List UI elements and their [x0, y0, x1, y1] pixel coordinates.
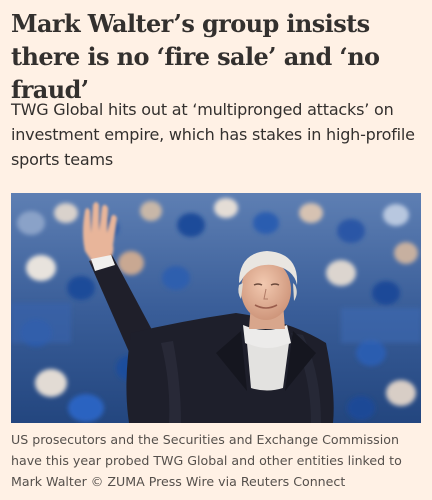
article-standfirst: TWG Global hits out at ‘multipronged att…	[11, 100, 415, 169]
article: Mark Walter’s group insists there is no …	[0, 0, 432, 500]
photo-illustration	[11, 193, 421, 423]
photo-caption: US prosecutors and the Securities and Ex…	[11, 432, 402, 489]
article-photo[interactable]	[11, 193, 421, 423]
article-headline[interactable]: Mark Walter’s group insists there is no …	[11, 7, 425, 106]
